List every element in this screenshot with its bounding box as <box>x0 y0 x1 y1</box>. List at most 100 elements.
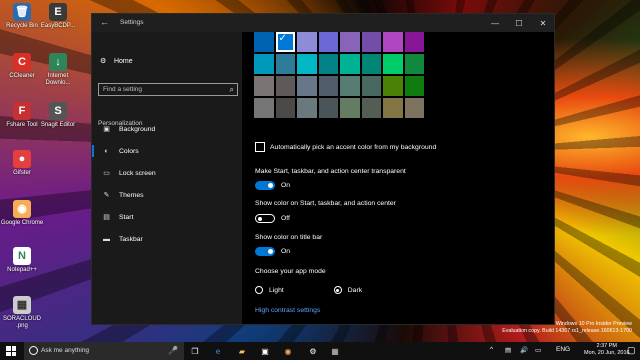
accent-color-swatch[interactable] <box>340 32 360 52</box>
desktop-icon-snagit-editor[interactable]: S Snagit Editor <box>36 102 80 129</box>
volume-icon[interactable]: 🔊 <box>520 346 528 354</box>
notepad-icon: N <box>13 247 31 265</box>
accent-color-swatch[interactable] <box>297 54 317 74</box>
app-mode-dark-radio[interactable]: Dark <box>333 286 363 294</box>
toggle-switch[interactable] <box>255 181 275 190</box>
radio-circle[interactable] <box>333 286 342 294</box>
start-icon: ▤ <box>103 214 110 221</box>
accent-color-swatch[interactable] <box>361 54 381 74</box>
accent-color-swatch[interactable] <box>383 98 403 118</box>
toggle-state: On <box>281 248 291 255</box>
app-icon[interactable]: ▦ <box>328 345 342 357</box>
desktop-icon-soracloud[interactable]: ▦ SORACLOUD .png <box>0 296 44 330</box>
accent-color-swatch[interactable] <box>340 98 360 118</box>
show-color-start-toggle[interactable]: Off <box>255 214 290 223</box>
gifster-icon: ● <box>13 150 31 168</box>
taskbar: Ask me anything 🎤 ❐ e ▰ ▣ ◉ ⚙ ▦ ^ ▤ 🔊 ▭ ENG 2:… <box>0 342 640 360</box>
cortana-search-box[interactable]: Ask me anything 🎤 <box>24 342 184 360</box>
accent-color-swatch[interactable] <box>318 54 338 74</box>
store-icon[interactable]: ▣ <box>258 345 272 357</box>
accent-color-swatch[interactable] <box>275 54 295 74</box>
accent-color-swatch[interactable] <box>361 76 381 96</box>
action-center-icon[interactable]: ▢ <box>627 345 636 356</box>
accent-color-grid: ✓ <box>254 32 424 118</box>
accent-color-swatch[interactable] <box>340 54 360 74</box>
desktop-icon-gifster[interactable]: ● Gifster <box>0 150 44 177</box>
taskbar-icon: ▬ <box>103 235 110 243</box>
desktop-icon-notepad-plus[interactable]: N Notepad++ <box>0 247 44 274</box>
back-arrow-icon[interactable]: ← <box>100 17 109 27</box>
radio-label: Dark <box>347 286 363 294</box>
accent-color-swatch[interactable] <box>361 98 381 118</box>
settings-icon[interactable]: ⚙ <box>306 345 320 357</box>
microphone-icon[interactable]: 🎤 <box>168 346 178 355</box>
accent-color-swatch[interactable] <box>254 76 274 96</box>
accent-color-swatch[interactable] <box>383 32 403 52</box>
desktop-icon-internet-download[interactable]: ↓ Internet Downlo... <box>36 53 80 87</box>
fshare-icon: F <box>13 102 31 120</box>
accent-color-swatch[interactable] <box>404 32 424 52</box>
network-icon[interactable]: ▤ <box>505 346 511 354</box>
accent-color-swatch[interactable] <box>318 76 338 96</box>
accent-color-swatch[interactable] <box>297 32 317 52</box>
find-setting-input[interactable] <box>99 84 223 95</box>
auto-pick-accent-checkbox-row[interactable]: Automatically pick an accent color from … <box>255 142 436 152</box>
edge-icon[interactable]: e <box>211 345 225 357</box>
window-title: Settings <box>120 19 144 26</box>
accent-color-swatch[interactable] <box>404 54 424 74</box>
title-bar[interactable]: ← Settings — ☐ ✕ <box>92 14 554 32</box>
accent-color-swatch[interactable] <box>318 32 338 52</box>
accent-color-swatch[interactable] <box>361 32 381 52</box>
windows-start-icon[interactable] <box>6 346 16 356</box>
nav-item-start[interactable]: ▤ Start <box>92 208 242 226</box>
app-mode-light-radio[interactable]: Light <box>255 286 284 294</box>
accent-color-swatch[interactable]: ✓ <box>275 32 295 52</box>
nav-item-background[interactable]: ▣ Background <box>92 120 242 138</box>
nav-home[interactable]: ⚙ Home <box>100 57 133 65</box>
transparency-toggle[interactable]: On <box>255 181 290 190</box>
toggle-state: Off <box>281 215 290 222</box>
maximize-button[interactable]: ☐ <box>508 16 530 30</box>
accent-color-swatch[interactable] <box>340 76 360 96</box>
minimize-button[interactable]: — <box>484 16 506 30</box>
desktop-icon-google-chrome[interactable]: ◉ Google Chrome <box>0 200 44 227</box>
language-indicator[interactable]: ENG <box>556 346 570 353</box>
toggle-switch[interactable] <box>255 214 275 223</box>
auto-pick-accent-checkbox[interactable] <box>255 142 265 152</box>
title-bar-color-toggle[interactable]: On <box>255 247 290 256</box>
chrome-icon[interactable]: ◉ <box>281 345 295 357</box>
accent-color-swatch[interactable] <box>254 98 274 118</box>
high-contrast-link[interactable]: High contrast settings <box>255 307 320 314</box>
system-clock[interactable]: 2:37 PM Mon, 20 Jun, 2016 <box>584 343 630 357</box>
search-icon[interactable]: ⌕ <box>230 85 234 95</box>
accent-color-swatch[interactable] <box>404 98 424 118</box>
accent-color-swatch[interactable] <box>275 76 295 96</box>
cortana-icon <box>29 346 38 355</box>
settings-sidebar: ⚙ Home ⌕ Personalization ▣ Background ◐ … <box>92 32 242 324</box>
task-view-icon[interactable]: ❐ <box>188 345 202 357</box>
file-explorer-icon[interactable]: ▰ <box>235 345 249 357</box>
find-setting-search[interactable]: ⌕ <box>98 83 238 96</box>
accent-color-swatch[interactable] <box>383 54 403 74</box>
nav-item-colors[interactable]: ◐ Colors <box>92 142 242 160</box>
tray-chevron-icon[interactable]: ^ <box>490 346 493 353</box>
desktop-icon-label: EasyBCDP... <box>40 23 76 29</box>
accent-color-swatch[interactable] <box>404 76 424 96</box>
accent-color-swatch[interactable] <box>275 98 295 118</box>
settings-window: ← Settings — ☐ ✕ ⚙ Home ⌕ Personalizatio… <box>91 13 555 325</box>
accent-color-swatch[interactable] <box>254 32 274 52</box>
accent-color-swatch[interactable] <box>297 76 317 96</box>
accent-color-swatch[interactable] <box>318 98 338 118</box>
accent-color-swatch[interactable] <box>383 76 403 96</box>
close-button[interactable]: ✕ <box>532 16 554 30</box>
nav-item-lock-screen[interactable]: ▭ Lock screen <box>92 164 242 182</box>
accent-color-swatch[interactable] <box>297 98 317 118</box>
battery-icon[interactable]: ▭ <box>535 346 541 354</box>
accent-color-swatch[interactable] <box>254 54 274 74</box>
toggle-switch[interactable] <box>255 247 275 256</box>
nav-item-label: Taskbar <box>119 235 143 243</box>
desktop-icon-easybcd[interactable]: E EasyBCDP... <box>36 3 80 30</box>
nav-item-themes[interactable]: ✎ Themes <box>92 186 242 204</box>
radio-circle[interactable] <box>255 286 263 294</box>
nav-item-taskbar[interactable]: ▬ Taskbar <box>92 230 242 248</box>
